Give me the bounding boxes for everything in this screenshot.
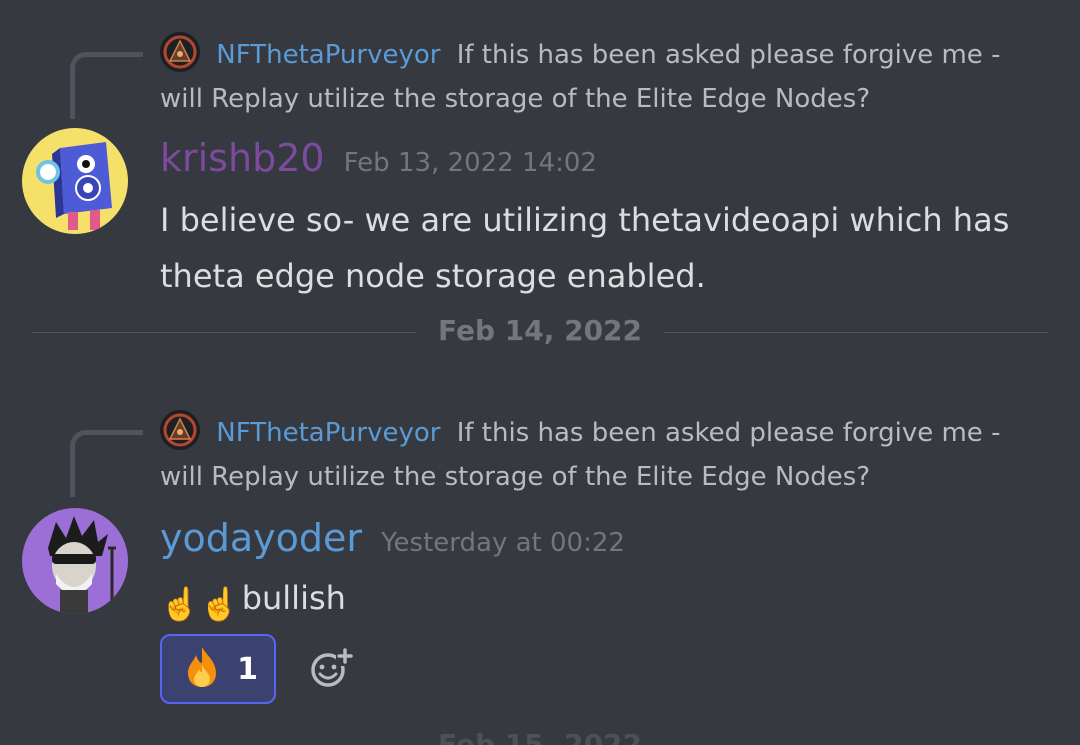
avatar[interactable] [22, 128, 128, 234]
timestamp[interactable]: Yesterday at 00:22 [381, 528, 625, 558]
avatar[interactable] [22, 508, 128, 614]
date-divider-label: Feb 14, 2022 [415, 314, 665, 347]
chat-log: NFThetaPurveyor If this has been asked p… [0, 0, 1080, 745]
reply-author[interactable]: NFThetaPurveyor [216, 418, 440, 448]
reply-avatar [160, 410, 200, 450]
date-divider: Feb 14, 2022 [0, 314, 1080, 347]
author-name[interactable]: krishb20 [160, 136, 325, 180]
message-content: ☝️☝️bullish [160, 570, 1040, 632]
date-divider-partial: Feb 15, 2022 [437, 728, 643, 745]
author-name[interactable]: yodayoder [160, 516, 362, 560]
reply-preview[interactable]: NFThetaPurveyor If this has been asked p… [160, 32, 1050, 121]
reaction-button[interactable]: 1 [160, 634, 276, 704]
pointing-up-emoji: ☝️☝️ [160, 585, 240, 623]
message-text: bullish [241, 579, 346, 617]
reply-preview[interactable]: NFThetaPurveyor If this has been asked p… [160, 410, 1050, 499]
message-content: I believe so- we are utilizing thetavide… [160, 201, 1010, 295]
message-header: yodayoder Yesterday at 00:22 [160, 516, 625, 560]
reply-connector [70, 52, 143, 119]
reply-connector [70, 430, 143, 497]
reply-avatar [160, 32, 200, 72]
add-reaction-icon[interactable] [308, 646, 354, 692]
message-header: krishb20 Feb 13, 2022 14:02 [160, 136, 597, 180]
reaction-count: 1 [237, 651, 258, 687]
timestamp[interactable]: Feb 13, 2022 14:02 [344, 148, 597, 178]
fire-icon [180, 645, 224, 693]
reply-author[interactable]: NFThetaPurveyor [216, 40, 440, 70]
